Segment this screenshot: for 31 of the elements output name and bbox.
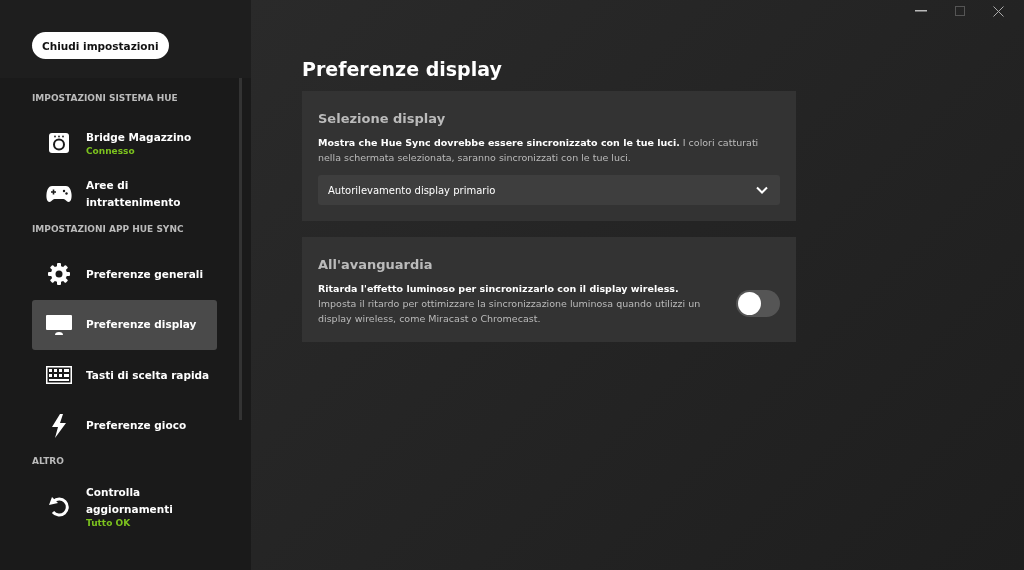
card-title: All'avanguardia	[318, 257, 434, 272]
sidebar-item[interactable]: Preferenze gioco	[32, 400, 217, 451]
description-text: Ritarda l'effetto luminoso per sincronizzarlo con il display wireless. Imposta il ritardo per ottimizzare la sincronizzazione luminosa quando utilizzi un display wireless, come Miracast o Chromecast.	[318, 282, 702, 326]
description-text: Mostra che Hue Sync dovrebbe essere sincronizzato con le tue luci. I colori catturati nella schermata selezionata, saranno sincronizzati con le tue luci.	[318, 136, 760, 165]
status-text: Tutto OK	[86, 517, 132, 529]
close-settings-button[interactable]: Chiudi impostazioni	[32, 32, 169, 59]
section-heading: IMPOSTAZIONI APP HUE SYNC	[32, 223, 185, 236]
sidebar-item[interactable]: Preferenze generali	[32, 249, 217, 299]
sidebar-item[interactable]: Tasti di scelta rapida	[32, 350, 217, 400]
display-dropdown[interactable]: Autorilevamento display primario	[318, 175, 780, 205]
bridge-icon	[48, 132, 70, 154]
monitor-icon	[46, 314, 72, 335]
sidebar-item[interactable]: Controlla aggiornamenti Tutto OK	[32, 481, 217, 531]
section-heading: ALTRO	[32, 455, 65, 468]
sidebar-item[interactable]: Bridge Magazzino Connesso	[32, 118, 217, 168]
refresh-icon	[48, 495, 70, 517]
gamepad-icon	[46, 184, 72, 203]
sidebar-item[interactable]: Preferenze display	[32, 299, 217, 350]
section-heading: IMPOSTAZIONI SISTEMA HUE	[32, 92, 179, 105]
card-title: Selezione display	[318, 111, 447, 126]
sidebar-item[interactable]: Aree di intrattenimento	[32, 168, 217, 219]
chevron-icon	[756, 186, 768, 194]
keyboard-icon	[46, 366, 72, 384]
settings-icon	[48, 263, 70, 285]
status-text: Connesso	[86, 146, 136, 157]
page-title: Preferenze display	[302, 58, 503, 80]
maximize-icon[interactable]	[955, 6, 965, 16]
toggle-switch[interactable]	[736, 290, 780, 317]
close-icon[interactable]	[993, 5, 1004, 17]
minimize-icon[interactable]	[915, 10, 927, 12]
lightning-icon	[51, 413, 67, 438]
